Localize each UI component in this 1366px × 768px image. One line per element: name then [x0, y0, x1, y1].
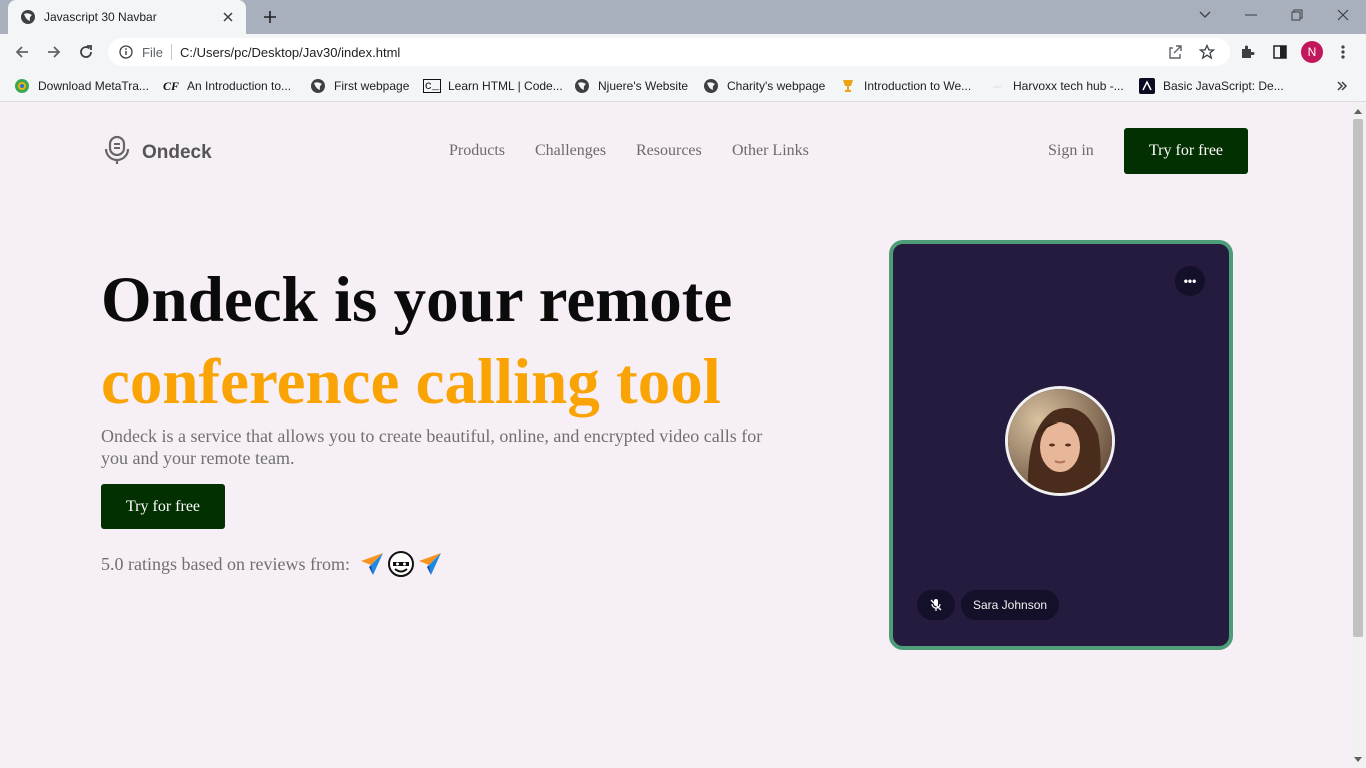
- headline-line-2: conference calling tool: [101, 346, 721, 418]
- address-url[interactable]: C:/Users/pc/Desktop/Jav30/index.html: [180, 45, 400, 60]
- bookmark-item[interactable]: c_ Learn HTML | Code...: [422, 76, 563, 96]
- microphone-icon: [104, 135, 130, 170]
- side-panel-icon[interactable]: [1270, 42, 1290, 62]
- tab-search-icon[interactable]: [1182, 0, 1228, 30]
- info-icon[interactable]: [118, 44, 134, 60]
- scroll-down-icon[interactable]: [1354, 756, 1362, 764]
- minimize-button[interactable]: [1228, 0, 1274, 30]
- star-icon[interactable]: [1198, 44, 1216, 60]
- share-icon[interactable]: [1166, 44, 1184, 60]
- browser-tab[interactable]: Javascript 30 Navbar: [8, 0, 246, 34]
- bookmark-item[interactable]: CF An Introduction to...: [163, 76, 291, 96]
- back-button[interactable]: [10, 40, 34, 64]
- profile-avatar[interactable]: N: [1301, 41, 1323, 63]
- nav-resources[interactable]: Resources: [636, 142, 702, 160]
- nav-challenges[interactable]: Challenges: [535, 142, 606, 160]
- ratings-row: 5.0 ratings based on reviews from:: [101, 551, 443, 577]
- bookmarks-bar: Download MetaTra... CF An Introduction t…: [0, 70, 1366, 102]
- page-scrollbar[interactable]: [1350, 103, 1366, 768]
- forward-button[interactable]: [42, 40, 66, 64]
- ratings-text: 5.0 ratings based on reviews from:: [101, 553, 350, 574]
- sign-in-link[interactable]: Sign in: [1048, 142, 1094, 160]
- bookmark-item[interactable]: First webpage: [310, 76, 409, 96]
- trophy-icon: [840, 78, 856, 94]
- close-window-button[interactable]: [1320, 0, 1366, 30]
- browser-toolbar: File C:/Users/pc/Desktop/Jav30/index.htm…: [0, 34, 1366, 70]
- nav-products[interactable]: Products: [449, 142, 505, 160]
- bookmark-item[interactable]: Harvoxx tech hub -...: [989, 76, 1124, 96]
- nav-other-links[interactable]: Other Links: [732, 142, 809, 160]
- header-try-free-button[interactable]: Try for free: [1124, 128, 1248, 174]
- headline-line-1: Ondeck is your remote: [101, 264, 733, 336]
- paper-plane-icon: [359, 551, 385, 577]
- extensions-icon[interactable]: [1238, 42, 1258, 62]
- freecodecamp-icon: [1139, 78, 1155, 94]
- participant-avatar: [1005, 386, 1115, 496]
- hero-try-free-button[interactable]: Try for free: [101, 484, 225, 529]
- tab-title: Javascript 30 Navbar: [44, 10, 157, 24]
- bookmark-item[interactable]: Njuere's Website: [574, 76, 688, 96]
- paper-plane-icon: [417, 551, 443, 577]
- more-options-button[interactable]: •••: [1175, 266, 1205, 296]
- address-divider: [170, 44, 172, 60]
- bookmark-item[interactable]: Download MetaTra...: [14, 76, 149, 96]
- codecademy-icon: c_: [422, 79, 442, 93]
- globe-icon: [310, 78, 326, 94]
- scroll-up-icon[interactable]: [1354, 107, 1362, 115]
- more-bookmarks-icon[interactable]: [1336, 76, 1348, 96]
- lead-paragraph: Ondeck is a service that allows you to c…: [101, 426, 763, 468]
- close-icon[interactable]: [220, 9, 236, 25]
- brand-name: Ondeck: [142, 141, 212, 163]
- globe-icon: [703, 78, 719, 94]
- blank-icon: [989, 78, 1005, 94]
- menu-icon[interactable]: [1333, 42, 1353, 62]
- bookmark-item[interactable]: Basic JavaScript: De...: [1139, 76, 1284, 96]
- restore-button[interactable]: [1274, 0, 1320, 30]
- ninja-icon: [387, 551, 414, 577]
- new-tab-button[interactable]: [258, 6, 282, 28]
- bookmark-item[interactable]: Charity's webpage: [703, 76, 825, 96]
- video-call-card: ••• Sara Johnson: [889, 240, 1233, 650]
- metatrader-icon: [14, 78, 30, 94]
- globe-icon: [20, 9, 36, 25]
- cf-icon: CF: [163, 78, 180, 93]
- reload-button[interactable]: [74, 40, 98, 64]
- page-viewport: Ondeck Products Challenges Resources Oth…: [0, 103, 1350, 768]
- browser-tabstrip: Javascript 30 Navbar: [0, 0, 1366, 34]
- address-bar[interactable]: File C:/Users/pc/Desktop/Jav30/index.htm…: [108, 38, 1230, 66]
- muted-microphone-icon[interactable]: [917, 590, 955, 620]
- bookmark-item[interactable]: Introduction to We...: [840, 76, 971, 96]
- participant-name: Sara Johnson: [961, 590, 1060, 620]
- site-logo[interactable]: Ondeck: [104, 135, 212, 170]
- address-scheme: File: [142, 44, 163, 60]
- globe-icon: [574, 78, 590, 94]
- scroll-thumb[interactable]: [1353, 119, 1363, 637]
